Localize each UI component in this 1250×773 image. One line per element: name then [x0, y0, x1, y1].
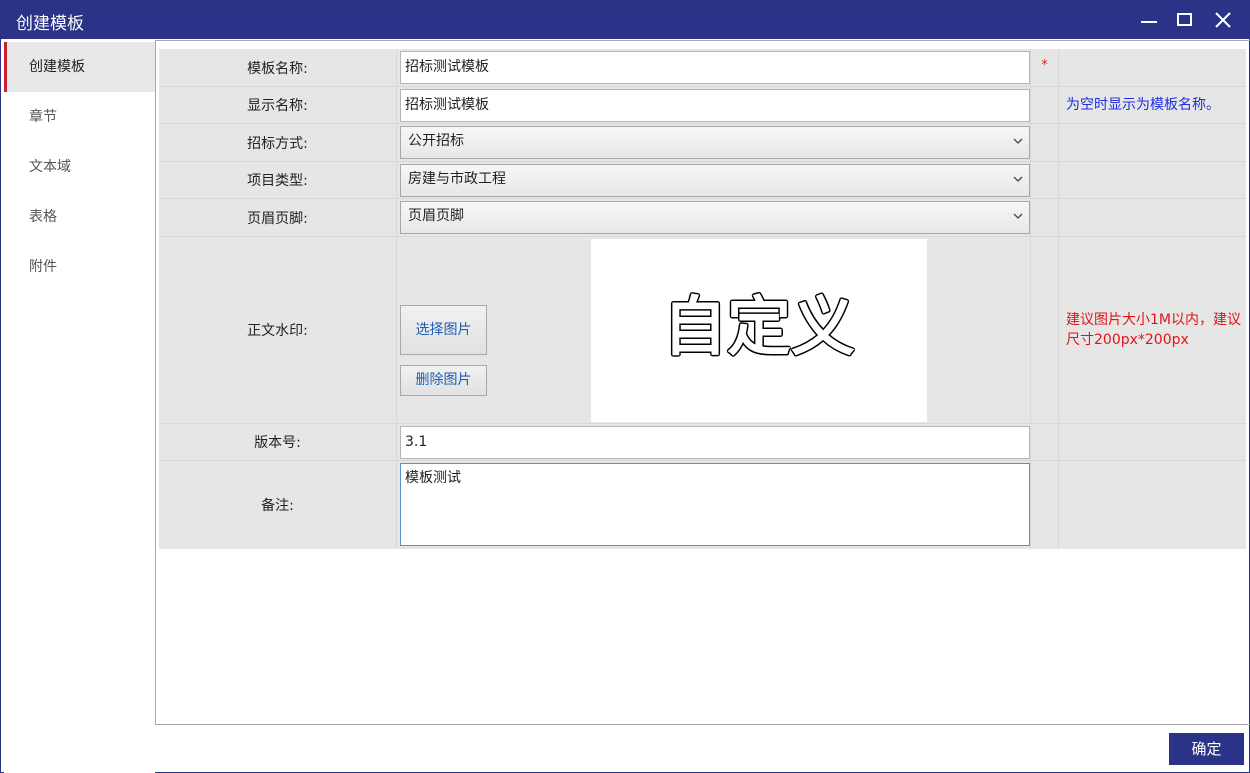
bidding-method-label: 招标方式:	[159, 124, 397, 161]
display-name-input[interactable]: 招标测试模板	[400, 89, 1030, 122]
sidebar-item-label: 附件	[29, 259, 57, 275]
project-type-label: 项目类型:	[159, 162, 397, 198]
watermark-preview-image: 自定义	[591, 239, 927, 422]
watermark-preview-text: 自定义	[663, 291, 855, 365]
sidebar-item-create-template[interactable]: 创建模板	[4, 42, 155, 92]
sidebar-item-attachment[interactable]: 附件	[4, 242, 155, 292]
watermark-label: 正文水印:	[159, 237, 397, 423]
form-row-header-footer: 页眉页脚: 页眉页脚	[159, 199, 1246, 237]
remark-textarea[interactable]: 模板测试	[400, 463, 1030, 546]
maximize-button[interactable]	[1167, 5, 1203, 35]
form-row-display-name: 显示名称: 招标测试模板 为空时显示为模板名称。	[159, 87, 1246, 124]
close-button[interactable]	[1205, 5, 1241, 35]
remark-label: 备注:	[159, 461, 397, 549]
sidebar-item-label: 文本域	[29, 159, 71, 175]
sidebar-item-label: 表格	[29, 209, 57, 225]
dialog-window: 创建模板 创建模板 章节 文本域 表格 附件 模板名称: 招标测试模板 * 显示…	[0, 0, 1250, 773]
version-input[interactable]: 3.1	[400, 426, 1030, 459]
template-form: 模板名称: 招标测试模板 * 显示名称: 招标测试模板 为空时显示为模板名称。 …	[159, 49, 1246, 549]
sidebar-item-text-field[interactable]: 文本域	[4, 142, 155, 192]
watermark-hint: 建议图片大小1M以内，建议尺寸200px*200px	[1066, 312, 1241, 348]
confirm-button[interactable]: 确定	[1169, 733, 1244, 765]
bidding-method-select[interactable]: 公开招标	[400, 126, 1030, 159]
sidebar: 创建模板 章节 文本域 表格 附件	[4, 40, 155, 773]
chevron-down-icon	[1013, 176, 1023, 182]
sidebar-item-chapter[interactable]: 章节	[4, 92, 155, 142]
form-row-bidding-method: 招标方式: 公开招标	[159, 124, 1246, 162]
maximize-icon	[1177, 13, 1192, 26]
sidebar-item-table[interactable]: 表格	[4, 192, 155, 242]
required-mark: *	[1031, 49, 1059, 86]
sidebar-item-label: 章节	[29, 109, 57, 125]
sidebar-item-label: 创建模板	[29, 59, 85, 75]
header-footer-value: 页眉页脚	[408, 208, 464, 224]
title-bar: 创建模板	[1, 1, 1249, 39]
form-row-version: 版本号: 3.1	[159, 424, 1246, 461]
template-name-input[interactable]: 招标测试模板	[400, 51, 1030, 84]
close-icon	[1215, 12, 1231, 28]
window-title: 创建模板	[16, 14, 84, 34]
form-row-watermark: 正文水印: 选择图片 删除图片 自定义 建议图片大小1M以内，建议尺寸200px…	[159, 237, 1246, 424]
watermark-preview-graphic: 自定义	[662, 290, 857, 367]
form-row-project-type: 项目类型: 房建与市政工程	[159, 162, 1246, 199]
chevron-down-icon	[1013, 213, 1023, 219]
header-footer-label: 页眉页脚:	[159, 199, 397, 236]
version-label: 版本号:	[159, 424, 397, 460]
form-row-template-name: 模板名称: 招标测试模板 *	[159, 49, 1246, 87]
form-row-remark: 备注: 模板测试	[159, 461, 1246, 549]
minimize-button[interactable]	[1131, 5, 1167, 35]
template-name-label: 模板名称:	[159, 49, 397, 86]
minimize-icon	[1141, 21, 1157, 23]
bidding-method-value: 公开招标	[408, 133, 464, 149]
hint-empty	[1059, 49, 1246, 86]
delete-image-button[interactable]: 删除图片	[400, 365, 487, 396]
select-image-button[interactable]: 选择图片	[400, 305, 487, 355]
project-type-select[interactable]: 房建与市政工程	[400, 164, 1030, 197]
display-name-hint: 为空时显示为模板名称。	[1066, 97, 1220, 113]
project-type-value: 房建与市政工程	[408, 171, 506, 187]
display-name-label: 显示名称:	[159, 87, 397, 123]
chevron-down-icon	[1013, 138, 1023, 144]
header-footer-select[interactable]: 页眉页脚	[400, 201, 1030, 234]
